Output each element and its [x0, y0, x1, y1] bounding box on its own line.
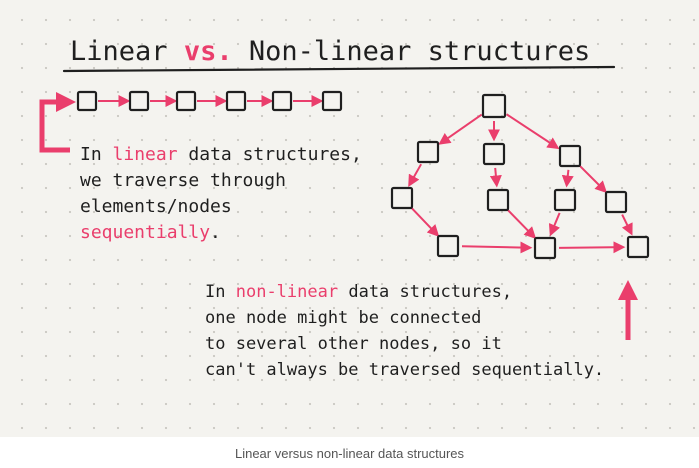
title-linear: Linear — [70, 36, 168, 67]
graph-arrow — [579, 165, 608, 194]
graph-node — [486, 188, 510, 212]
graph-arrow — [507, 209, 537, 239]
graph-arrow — [558, 241, 626, 254]
figure: Linear vs. Non-linear structures In line… — [0, 0, 699, 468]
title: Linear vs. Non-linear structures — [70, 36, 590, 67]
graph-arrow — [461, 241, 533, 254]
graph-node — [558, 144, 582, 168]
graph-node — [482, 142, 506, 166]
linear-node — [76, 90, 98, 112]
nonlinear-note-line-2: one node might be connected — [205, 308, 481, 328]
graph-node — [390, 186, 414, 210]
nonlinear-note-line-3: to several other nodes, so it — [205, 334, 502, 354]
graph-arrow — [561, 169, 574, 188]
graph-arrow — [621, 214, 633, 236]
graph-arrow — [408, 163, 422, 188]
linear-node — [175, 90, 197, 112]
linear-chain — [76, 90, 343, 112]
graph-arrow — [438, 113, 483, 145]
linear-note-line-3: elements/nodes — [80, 196, 232, 217]
graph-node — [481, 93, 507, 119]
nonlinear-note-line-4: can't always be traversed sequentially. — [205, 360, 604, 380]
graph-node — [553, 188, 577, 212]
notebook-page: Linear vs. Non-linear structures In line… — [0, 0, 699, 437]
figure-caption: Linear versus non-linear data structures — [234, 446, 465, 461]
graph-node — [416, 140, 440, 164]
graph-nodes — [390, 93, 650, 260]
linear-node — [321, 90, 343, 112]
graph-arrow — [410, 207, 440, 237]
linear-note-line-2: we traverse through — [80, 170, 286, 191]
nonlinear-note-line-1: In non-linear data structures, — [205, 282, 512, 302]
title-nonlinear: Non-linear structures — [249, 36, 590, 67]
linear-node — [271, 90, 293, 112]
graph-node — [533, 236, 557, 260]
graph-edges — [408, 113, 633, 254]
linear-node — [128, 90, 150, 112]
linear-note-line-4: sequentially. — [80, 222, 221, 243]
linear-bracket-arrow — [39, 92, 76, 153]
graph-node — [626, 235, 650, 259]
linear-node — [225, 90, 247, 112]
title-vs: vs. — [184, 36, 233, 67]
graph-node — [604, 190, 628, 214]
title-underline — [62, 65, 616, 73]
data-structure-diagram: Linear vs. Non-linear structures In line… — [39, 36, 650, 380]
graph-arrow — [548, 212, 561, 237]
graph-arrow — [505, 113, 560, 150]
graph-node — [436, 234, 460, 258]
linear-note-line-1: In linear data structures, — [80, 144, 362, 165]
graph-arrow — [489, 167, 502, 188]
